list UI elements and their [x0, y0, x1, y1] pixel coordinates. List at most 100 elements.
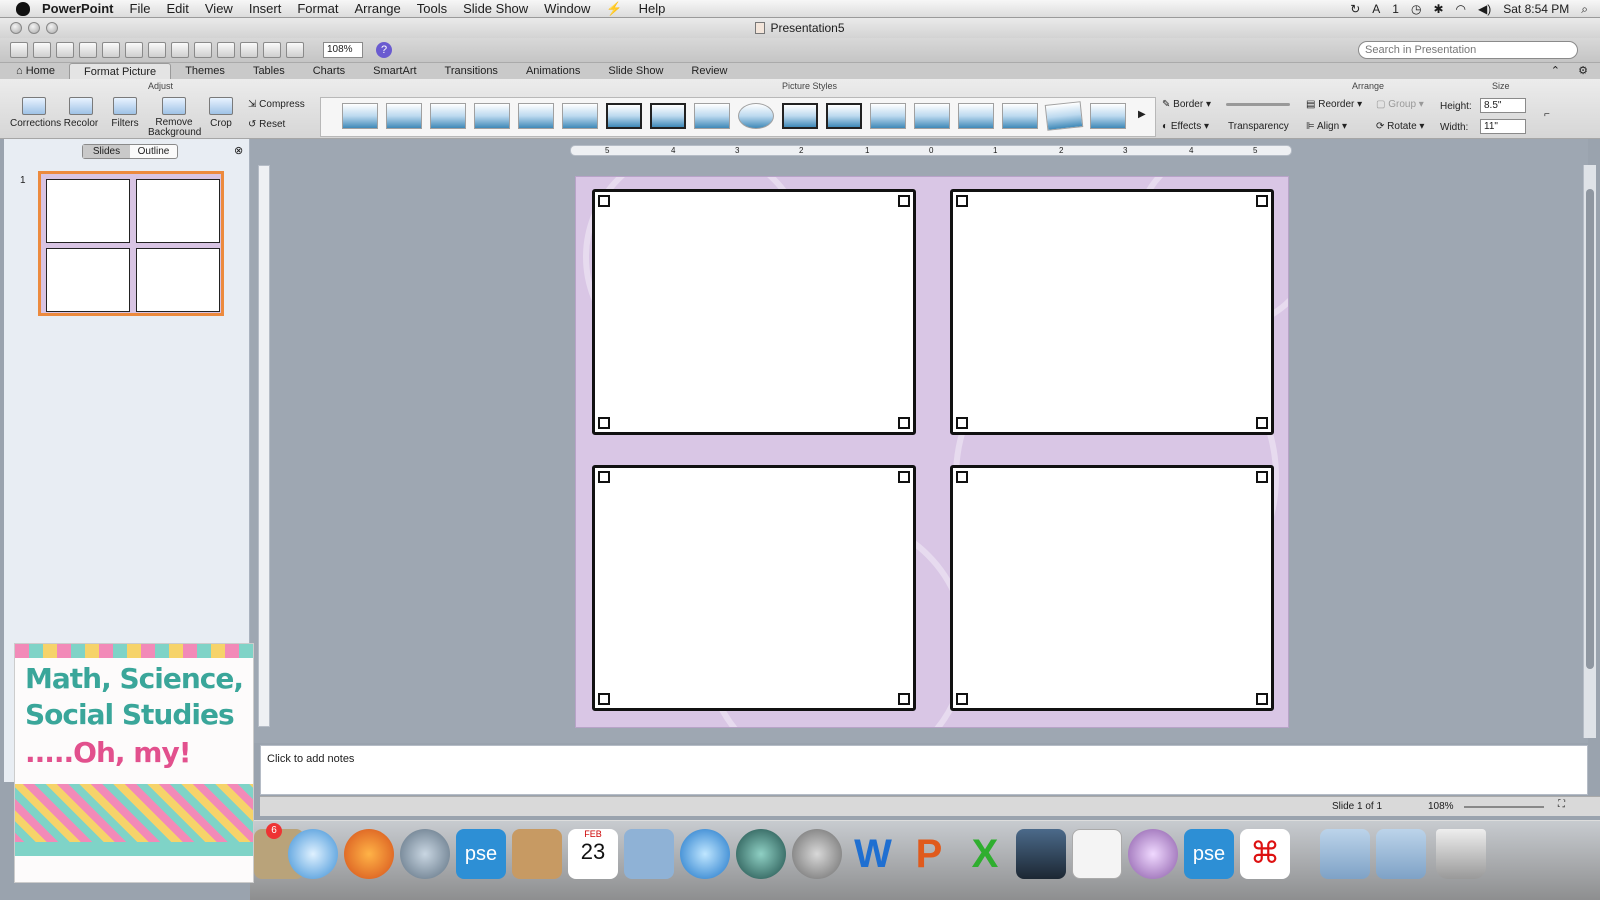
close-pane-icon[interactable]: ⊗ [234, 144, 243, 157]
card-bottom-left[interactable] [592, 465, 916, 711]
menu-insert[interactable]: Insert [249, 1, 282, 16]
picture-style-9[interactable] [694, 103, 730, 129]
format-painter-icon[interactable] [194, 42, 212, 58]
dock-folder-documents[interactable] [1320, 829, 1370, 879]
slideshow-icon[interactable] [286, 42, 304, 58]
menu-tools[interactable]: Tools [417, 1, 447, 16]
cut-icon[interactable] [125, 42, 143, 58]
compress-button[interactable]: ⇲ Compress [248, 99, 305, 110]
menu-file[interactable]: File [130, 1, 151, 16]
menu-app-name[interactable]: PowerPoint [42, 1, 114, 16]
fit-window-icon[interactable]: ⛶ [1558, 799, 1565, 810]
picture-style-5[interactable] [518, 103, 554, 129]
adobe-status-icon[interactable]: A [1372, 2, 1380, 16]
vertical-scrollbar[interactable] [1583, 165, 1596, 738]
menu-format[interactable]: Format [297, 1, 338, 16]
transparency-slider[interactable] [1226, 103, 1290, 106]
undo-icon[interactable] [217, 42, 235, 58]
dock-app-itunes[interactable] [680, 829, 730, 879]
slide-sorter-icon[interactable] [263, 42, 281, 58]
copy-icon[interactable] [148, 42, 166, 58]
picture-style-13[interactable] [870, 103, 906, 129]
picture-style-16[interactable] [1002, 103, 1038, 129]
dock-app-acrobat[interactable]: ⌘ [1240, 829, 1290, 879]
rotate-button[interactable]: ⟳ Rotate ▾ [1376, 121, 1424, 132]
lock-aspect-ratio-icon[interactable]: ⌐ [1544, 109, 1550, 120]
picture-style-14[interactable] [914, 103, 950, 129]
tab-review[interactable]: Review [677, 63, 741, 79]
recolor-button[interactable]: Recolor [60, 97, 102, 129]
tab-transitions[interactable]: Transitions [431, 63, 512, 79]
picture-style-7[interactable] [606, 103, 642, 129]
tab-themes[interactable]: Themes [171, 63, 239, 79]
remove-background-button[interactable]: Remove Background [148, 97, 201, 138]
dock-app-photoshop-elements[interactable]: pse [456, 829, 506, 879]
paste-icon[interactable] [171, 42, 189, 58]
tab-format-picture[interactable]: Format Picture [69, 63, 172, 79]
tab-tables[interactable]: Tables [239, 63, 299, 79]
picture-style-11[interactable] [782, 103, 818, 129]
spotlight-icon[interactable]: ⌕ [1581, 2, 1588, 17]
gallery-more-icon[interactable]: ▶ [1138, 109, 1146, 120]
tab-home[interactable]: ⌂ Home [6, 63, 69, 79]
save-icon[interactable] [79, 42, 97, 58]
reset-button[interactable]: ↺ Reset [248, 119, 285, 130]
tab-animations[interactable]: Animations [512, 63, 594, 79]
card-top-left[interactable] [592, 189, 916, 435]
reorder-button[interactable]: ▤ Reorder ▾ [1306, 99, 1362, 110]
dock-app-spy[interactable] [1016, 829, 1066, 879]
picture-style-15[interactable] [958, 103, 994, 129]
collapse-ribbon-icon[interactable]: ⌃ [1551, 64, 1560, 77]
tab-smartart[interactable]: SmartArt [359, 63, 430, 79]
dock-folder-applications[interactable] [1376, 829, 1426, 879]
minimize-window-button[interactable] [28, 22, 40, 34]
close-window-button[interactable] [10, 22, 22, 34]
dock-trash-icon[interactable] [1436, 829, 1486, 879]
picture-style-17[interactable] [1044, 101, 1084, 131]
width-field[interactable]: 11" [1480, 119, 1526, 134]
menu-help[interactable]: Help [639, 1, 666, 16]
bluetooth-icon[interactable]: ✱ [1433, 2, 1443, 16]
help-icon[interactable]: ? [376, 42, 392, 58]
slide[interactable] [575, 176, 1289, 728]
open-icon[interactable] [56, 42, 74, 58]
card-bottom-right[interactable] [950, 465, 1274, 711]
menu-arrange[interactable]: Arrange [355, 1, 401, 16]
dock-app-script[interactable] [1128, 829, 1178, 879]
script-menu-icon[interactable]: ⚡ [606, 1, 622, 17]
gallery-icon[interactable] [33, 42, 51, 58]
dock-app-excel[interactable]: X [960, 829, 1010, 879]
redo-icon[interactable] [240, 42, 258, 58]
dock-app-system-preferences[interactable] [792, 829, 842, 879]
new-icon[interactable] [10, 42, 28, 58]
dock-app-safari[interactable] [288, 829, 338, 879]
height-field[interactable]: 8.5" [1480, 98, 1526, 113]
corrections-button[interactable]: Corrections [10, 97, 61, 129]
tab-slides[interactable]: Slides [83, 145, 130, 158]
picture-style-1[interactable] [342, 103, 378, 129]
zoom-select[interactable]: 108% [323, 42, 363, 58]
volume-icon[interactable]: ◀) [1478, 2, 1491, 16]
filters-button[interactable]: Filters [104, 97, 146, 129]
dock-app-ichat[interactable] [400, 829, 450, 879]
border-button[interactable]: ✎ Border ▾ [1162, 99, 1211, 110]
notes-pane[interactable]: Click to add notes [260, 745, 1588, 795]
ribbon-settings-icon[interactable]: ⚙ [1578, 64, 1588, 77]
menu-edit[interactable]: Edit [166, 1, 188, 16]
tab-slide-show[interactable]: Slide Show [594, 63, 677, 79]
zoom-slider[interactable] [1464, 806, 1544, 808]
clock[interactable]: Sat 8:54 PM [1503, 2, 1569, 16]
slide-thumbnail[interactable] [38, 171, 224, 316]
dock-app-word[interactable]: W [848, 829, 898, 879]
menu-slide-show[interactable]: Slide Show [463, 1, 528, 16]
dock-app-time-machine[interactable] [736, 829, 786, 879]
picture-style-10[interactable] [738, 103, 774, 129]
apple-icon[interactable] [16, 1, 30, 16]
picture-style-3[interactable] [430, 103, 466, 129]
group-button[interactable]: ▢ Group ▾ [1376, 99, 1424, 110]
dock-app-photoshop-elements-2[interactable]: pse [1184, 829, 1234, 879]
search-input[interactable]: Search in Presentation [1358, 41, 1578, 59]
dock-app-calendar[interactable]: FEB 23 [568, 829, 618, 879]
zoom-window-button[interactable] [46, 22, 58, 34]
picture-style-4[interactable] [474, 103, 510, 129]
